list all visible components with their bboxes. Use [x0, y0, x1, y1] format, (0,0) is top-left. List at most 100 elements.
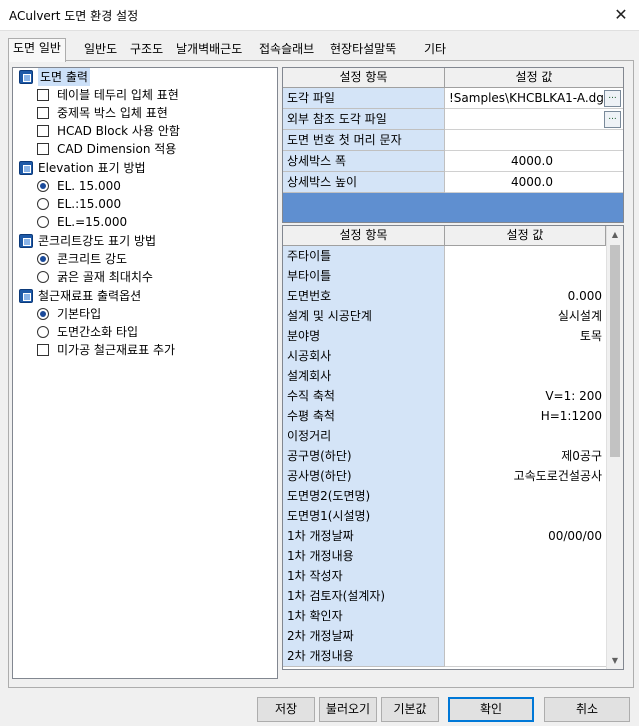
tree-check-unprocessed-rebar[interactable]: 미가공 철근재료표 추가 [17, 341, 275, 359]
radio-button[interactable] [37, 271, 49, 283]
group-icon [19, 289, 33, 303]
grid-row-value[interactable] [445, 546, 606, 567]
grid-row-label: 1차 확인자 [283, 606, 445, 627]
tree-label: 중제목 박스 입체 표현 [57, 106, 168, 120]
grid-row-value[interactable] [445, 366, 606, 387]
grid-row-label: 도면번호 [283, 286, 445, 307]
save-button[interactable]: 저장 [257, 697, 315, 722]
checkbox[interactable] [37, 89, 49, 101]
grid-row-label: 주타이틀 [283, 246, 445, 267]
ok-button[interactable]: 확인 [448, 697, 534, 722]
browse-button[interactable]: ... [604, 90, 621, 107]
grid-row-label: 수직 축척 [283, 386, 445, 407]
grid-row-value[interactable]: V=1: 200 [445, 386, 606, 407]
grid-row-value[interactable] [445, 586, 606, 607]
grid-row-value[interactable]: 고속도로건설공사 [445, 466, 606, 487]
property-grid-lower: 설정 항목 설정 값 주타이틀 부타이틀 도면번호 0.000 설계 및 시공단… [282, 225, 624, 670]
grid-row-label: 1차 개정날짜 [283, 526, 445, 547]
tab-cast-in-place-pile[interactable]: 현장타설말뚝 [326, 40, 400, 60]
tree-radio-el-space[interactable]: EL. 15.000 [17, 177, 275, 195]
grid-row-value[interactable] [445, 646, 606, 667]
tree-check-table-border-3d[interactable]: 테이블 테두리 입체 표현 [17, 86, 275, 104]
radio-button[interactable] [37, 216, 49, 228]
tree-check-hcad-block[interactable]: HCAD Block 사용 안함 [17, 122, 275, 140]
tree-label: 콘크리트 강도 [57, 252, 128, 266]
radio-button[interactable] [37, 198, 49, 210]
grid-row-value[interactable] [445, 506, 606, 527]
grid-row-value[interactable] [445, 346, 606, 367]
tree-group-elevation[interactable]: Elevation 표기 방법 [17, 159, 275, 177]
drawing-number-prefix-field[interactable] [445, 130, 623, 151]
radio-button[interactable] [37, 308, 49, 320]
radio-button[interactable] [37, 180, 49, 192]
tree-check-cad-dimension[interactable]: CAD Dimension 적용 [17, 140, 275, 158]
tree-label: Elevation 표기 방법 [38, 161, 146, 175]
grid-row-value[interactable] [445, 626, 606, 647]
checkbox[interactable] [37, 107, 49, 119]
checkbox[interactable] [37, 143, 49, 155]
tree-label: 미가공 철근재료표 추가 [57, 343, 176, 357]
tree-group-rebar-table[interactable]: 철근재료표 출력옵션 [17, 287, 275, 305]
grid-row-label: 설계 및 시공단계 [283, 306, 445, 327]
tab-structure[interactable]: 구조도 [126, 40, 167, 60]
checkbox[interactable] [37, 125, 49, 137]
grid-row-value[interactable] [445, 606, 606, 627]
tab-drawing-general[interactable]: 도면 일반 [8, 38, 66, 62]
radio-button[interactable] [37, 253, 49, 265]
grid-row-label: 수평 축척 [283, 406, 445, 427]
tab-general-view[interactable]: 일반도 [80, 40, 121, 60]
load-button[interactable]: 불러오기 [319, 697, 377, 722]
tab-other[interactable]: 기타 [420, 40, 450, 60]
tab-wingwall-rebar[interactable]: 날개벽배근도 [172, 40, 246, 60]
close-icon[interactable]: ✕ [603, 0, 639, 31]
tree-group-concrete-strength[interactable]: 콘크리트강도 표기 방법 [17, 232, 275, 250]
tree-radio-concrete-strength[interactable]: 콘크리트 강도 [17, 250, 275, 268]
scroll-thumb[interactable] [610, 245, 620, 457]
checkbox[interactable] [37, 344, 49, 356]
radio-button[interactable] [37, 326, 49, 338]
tree-radio-el-colon[interactable]: EL.:15.000 [17, 195, 275, 213]
tree-radio-simplified-type[interactable]: 도면간소화 타입 [17, 323, 275, 341]
grid-row-value[interactable]: 제0공구 [445, 446, 606, 467]
xref-frame-file-field[interactable] [445, 109, 623, 130]
grid-row-value[interactable] [445, 426, 606, 447]
grid-row-value[interactable]: 토목 [445, 326, 606, 347]
tree-group-drawing-output[interactable]: 도면 출력 [17, 68, 275, 86]
grid-row-label: 2차 개정날짜 [283, 626, 445, 647]
tree-check-subtitle-box-3d[interactable]: 중제목 박스 입체 표현 [17, 104, 275, 122]
grid-row-value[interactable]: H=1:1200 [445, 406, 606, 427]
grid-row-value[interactable] [445, 566, 606, 587]
tree-radio-basic-type[interactable]: 기본타입 [17, 305, 275, 323]
grid-row-label: 도각 파일 [283, 88, 445, 109]
tree-radio-el-equals[interactable]: EL.=15.000 [17, 213, 275, 231]
browse-button[interactable]: ... [604, 111, 621, 128]
vertical-scrollbar[interactable]: ▲ ▼ [606, 226, 623, 669]
detail-box-width-field[interactable]: 4000.0 [445, 151, 623, 172]
tree-label: 도면 출력 [38, 68, 90, 86]
grid-row-value[interactable]: 00/00/00 [445, 526, 606, 547]
group-icon [19, 234, 33, 248]
scroll-up-icon[interactable]: ▲ [607, 226, 623, 243]
detail-box-height-field[interactable]: 4000.0 [445, 172, 623, 193]
grid-row-value[interactable]: 실시설계 [445, 306, 606, 327]
drawing-frame-file-field[interactable]: !Samples\KHCBLKA1-A.dgk [445, 88, 623, 109]
grid-header-value: 설정 값 [445, 68, 623, 88]
scroll-down-icon[interactable]: ▼ [607, 652, 623, 669]
window-title: ACulvert 도면 환경 설정 [9, 9, 139, 23]
tree-label: CAD Dimension 적용 [57, 142, 177, 156]
grid-row-label: 시공회사 [283, 346, 445, 367]
grid-row-value[interactable] [445, 246, 606, 267]
options-tree[interactable]: 도면 출력 테이블 테두리 입체 표현 중제목 박스 입체 표현 HCAD Bl… [12, 67, 278, 679]
tree-label: EL. 15.000 [57, 179, 121, 193]
default-values-button[interactable]: 기본값 [381, 697, 439, 722]
title-bar: ACulvert 도면 환경 설정 ✕ [0, 0, 639, 31]
grid-row-value[interactable] [445, 266, 606, 287]
tree-label: EL.:15.000 [57, 197, 122, 211]
tree-radio-max-aggregate[interactable]: 굵은 골재 최대치수 [17, 268, 275, 286]
grid-row-value[interactable]: 0.000 [445, 286, 606, 307]
grid-row-value[interactable] [445, 486, 606, 507]
tab-approach-slab[interactable]: 접속슬래브 [255, 40, 318, 60]
cancel-button[interactable]: 취소 [544, 697, 630, 722]
grid-row-label: 공구명(하단) [283, 446, 445, 467]
tree-label: HCAD Block 사용 안함 [57, 124, 180, 138]
